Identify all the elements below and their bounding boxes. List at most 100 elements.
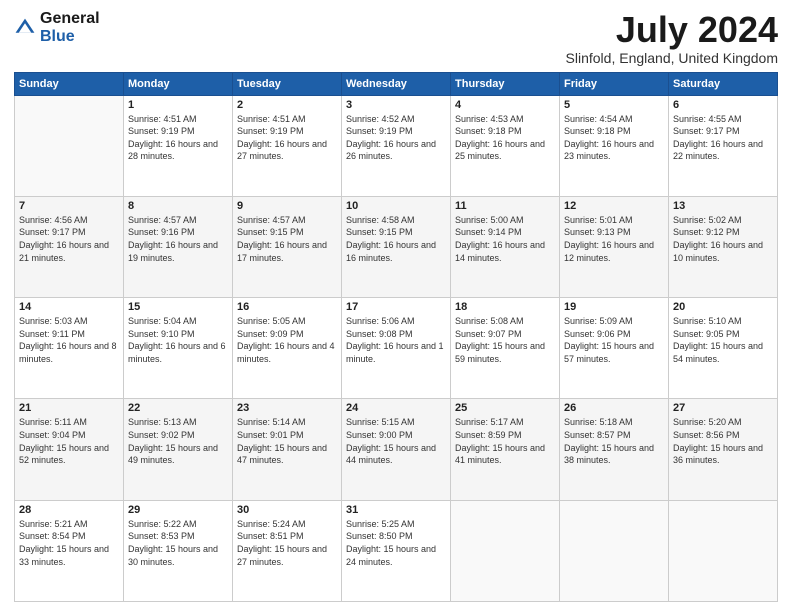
day-info: Sunrise: 5:21 AMSunset: 8:54 PMDaylight:… <box>19 518 119 568</box>
weekday-header: Wednesday <box>342 72 451 95</box>
calendar-cell: 10Sunrise: 4:58 AMSunset: 9:15 PMDayligh… <box>342 196 451 297</box>
calendar-cell: 16 Sunrise: 5:05 AMSunset: 9:09 PMDayligh… <box>233 298 342 399</box>
calendar-cell: 31Sunrise: 5:25 AMSunset: 8:50 PMDayligh… <box>342 500 451 601</box>
day-info: Sunrise: 5:20 AMSunset: 8:56 PMDaylight:… <box>673 416 773 466</box>
day-info: Sunrise: 5:24 AMSunset: 8:51 PMDaylight:… <box>237 518 337 568</box>
day-number: 24 <box>346 402 446 414</box>
page-header: General Blue July 2024 Slinfold, England… <box>14 10 778 66</box>
day-number: 27 <box>673 402 773 414</box>
calendar-cell <box>451 500 560 601</box>
day-number: 13 <box>673 200 773 212</box>
calendar-cell: 5 Sunrise: 4:54 AMSunset: 9:18 PMDaylight… <box>560 95 669 196</box>
day-number: 21 <box>19 402 119 414</box>
day-info: Sunrise: 5:00 AMSunset: 9:14 PMDaylight:… <box>455 214 555 264</box>
day-info: Sunrise: 5:04 AMSunset: 9:10 PMDaylight:… <box>128 315 228 365</box>
calendar-cell: 29 Sunrise: 5:22 AMSunset: 8:53 PMDayligh… <box>124 500 233 601</box>
calendar-cell: 3 Sunrise: 4:52 AMSunset: 9:19 PMDaylight… <box>342 95 451 196</box>
day-info: Sunrise: 4:51 AMSunset: 9:19 PMDaylight:… <box>237 113 337 163</box>
day-number: 11 <box>455 200 555 212</box>
calendar-cell: 28 Sunrise: 5:21 AMSunset: 8:54 PMDayligh… <box>15 500 124 601</box>
day-number: 25 <box>455 402 555 414</box>
calendar-cell: 11 Sunrise: 5:00 AMSunset: 9:14 PMDayligh… <box>451 196 560 297</box>
day-number: 5 <box>564 99 664 111</box>
logo-text: General Blue <box>40 10 100 45</box>
calendar-cell: 20 Sunrise: 5:10 AMSunset: 9:05 PMDayligh… <box>669 298 778 399</box>
day-number: 29 <box>128 504 228 516</box>
day-number: 15 <box>128 301 228 313</box>
weekday-header: Thursday <box>451 72 560 95</box>
weekday-header: Sunday <box>15 72 124 95</box>
day-info: Sunrise: 5:18 AMSunset: 8:57 PMDaylight:… <box>564 416 664 466</box>
day-info: Sunrise: 5:17 AMSunset: 8:59 PMDaylight:… <box>455 416 555 466</box>
day-info: Sunrise: 5:22 AMSunset: 8:53 PMDaylight:… <box>128 518 228 568</box>
calendar-cell: 9 Sunrise: 4:57 AMSunset: 9:15 PMDaylight… <box>233 196 342 297</box>
day-number: 23 <box>237 402 337 414</box>
calendar-cell: 26Sunrise: 5:18 AMSunset: 8:57 PMDayligh… <box>560 399 669 500</box>
calendar-cell <box>15 95 124 196</box>
logo-general: General <box>40 10 100 28</box>
calendar-cell: 7 Sunrise: 4:56 AMSunset: 9:17 PMDaylight… <box>15 196 124 297</box>
calendar-table: SundayMondayTuesdayWednesdayThursdayFrid… <box>14 72 778 602</box>
day-info: Sunrise: 4:57 AMSunset: 9:15 PMDaylight:… <box>237 214 337 264</box>
month-title: July 2024 <box>566 10 778 50</box>
day-info: Sunrise: 4:58 AMSunset: 9:15 PMDaylight:… <box>346 214 446 264</box>
calendar-cell: 30Sunrise: 5:24 AMSunset: 8:51 PMDayligh… <box>233 500 342 601</box>
calendar-cell: 22 Sunrise: 5:13 AMSunset: 9:02 PMDayligh… <box>124 399 233 500</box>
calendar-cell: 14 Sunrise: 5:03 AMSunset: 9:11 PMDayligh… <box>15 298 124 399</box>
calendar-cell: 12Sunrise: 5:01 AMSunset: 9:13 PMDayligh… <box>560 196 669 297</box>
calendar-cell: 2 Sunrise: 4:51 AMSunset: 9:19 PMDaylight… <box>233 95 342 196</box>
day-info: Sunrise: 4:55 AMSunset: 9:17 PMDaylight:… <box>673 113 773 163</box>
day-number: 3 <box>346 99 446 111</box>
day-number: 8 <box>128 200 228 212</box>
day-number: 14 <box>19 301 119 313</box>
calendar-week-row: 7 Sunrise: 4:56 AMSunset: 9:17 PMDaylight… <box>15 196 778 297</box>
calendar-week-row: 28 Sunrise: 5:21 AMSunset: 8:54 PMDayligh… <box>15 500 778 601</box>
day-info: Sunrise: 4:56 AMSunset: 9:17 PMDaylight:… <box>19 214 119 264</box>
day-number: 22 <box>128 402 228 414</box>
calendar-cell: 13 Sunrise: 5:02 AMSunset: 9:12 PMDayligh… <box>669 196 778 297</box>
calendar-cell <box>560 500 669 601</box>
day-number: 6 <box>673 99 773 111</box>
calendar-cell: 21Sunrise: 5:11 AMSunset: 9:04 PMDayligh… <box>15 399 124 500</box>
calendar-cell: 24 Sunrise: 5:15 AMSunset: 9:00 PMDayligh… <box>342 399 451 500</box>
calendar-cell <box>669 500 778 601</box>
day-info: Sunrise: 5:10 AMSunset: 9:05 PMDaylight:… <box>673 315 773 365</box>
calendar-cell: 15 Sunrise: 5:04 AMSunset: 9:10 PMDayligh… <box>124 298 233 399</box>
location: Slinfold, England, United Kingdom <box>566 50 778 66</box>
weekday-header: Friday <box>560 72 669 95</box>
day-number: 17 <box>346 301 446 313</box>
calendar-body: 1 Sunrise: 4:51 AMSunset: 9:19 PMDaylight… <box>15 95 778 601</box>
title-block: July 2024 Slinfold, England, United King… <box>566 10 778 66</box>
day-info: Sunrise: 5:05 AMSunset: 9:09 PMDaylight:… <box>237 315 337 365</box>
day-number: 4 <box>455 99 555 111</box>
day-number: 1 <box>128 99 228 111</box>
calendar-week-row: 14 Sunrise: 5:03 AMSunset: 9:11 PMDayligh… <box>15 298 778 399</box>
day-info: Sunrise: 4:54 AMSunset: 9:18 PMDaylight:… <box>564 113 664 163</box>
day-info: Sunrise: 4:51 AMSunset: 9:19 PMDaylight:… <box>128 113 228 163</box>
day-number: 2 <box>237 99 337 111</box>
calendar-cell: 8Sunrise: 4:57 AMSunset: 9:16 PMDaylight… <box>124 196 233 297</box>
calendar-cell: 25 Sunrise: 5:17 AMSunset: 8:59 PMDayligh… <box>451 399 560 500</box>
day-number: 12 <box>564 200 664 212</box>
day-info: Sunrise: 5:25 AMSunset: 8:50 PMDaylight:… <box>346 518 446 568</box>
day-info: Sunrise: 4:52 AMSunset: 9:19 PMDaylight:… <box>346 113 446 163</box>
day-info: Sunrise: 5:02 AMSunset: 9:12 PMDaylight:… <box>673 214 773 264</box>
day-info: Sunrise: 5:14 AMSunset: 9:01 PMDaylight:… <box>237 416 337 466</box>
day-info: Sunrise: 5:13 AMSunset: 9:02 PMDaylight:… <box>128 416 228 466</box>
day-number: 19 <box>564 301 664 313</box>
day-number: 7 <box>19 200 119 212</box>
weekday-header: Saturday <box>669 72 778 95</box>
calendar-cell: 6 Sunrise: 4:55 AMSunset: 9:17 PMDaylight… <box>669 95 778 196</box>
calendar-week-row: 21Sunrise: 5:11 AMSunset: 9:04 PMDayligh… <box>15 399 778 500</box>
logo: General Blue <box>14 10 100 45</box>
day-info: Sunrise: 5:15 AMSunset: 9:00 PMDaylight:… <box>346 416 446 466</box>
calendar-page: General Blue July 2024 Slinfold, England… <box>0 0 792 612</box>
day-info: Sunrise: 5:03 AMSunset: 9:11 PMDaylight:… <box>19 315 119 365</box>
logo-icon <box>14 17 36 39</box>
day-number: 16 <box>237 301 337 313</box>
day-number: 9 <box>237 200 337 212</box>
day-number: 20 <box>673 301 773 313</box>
calendar-cell: 27 Sunrise: 5:20 AMSunset: 8:56 PMDayligh… <box>669 399 778 500</box>
calendar-cell: 19Sunrise: 5:09 AMSunset: 9:06 PMDayligh… <box>560 298 669 399</box>
day-number: 28 <box>19 504 119 516</box>
